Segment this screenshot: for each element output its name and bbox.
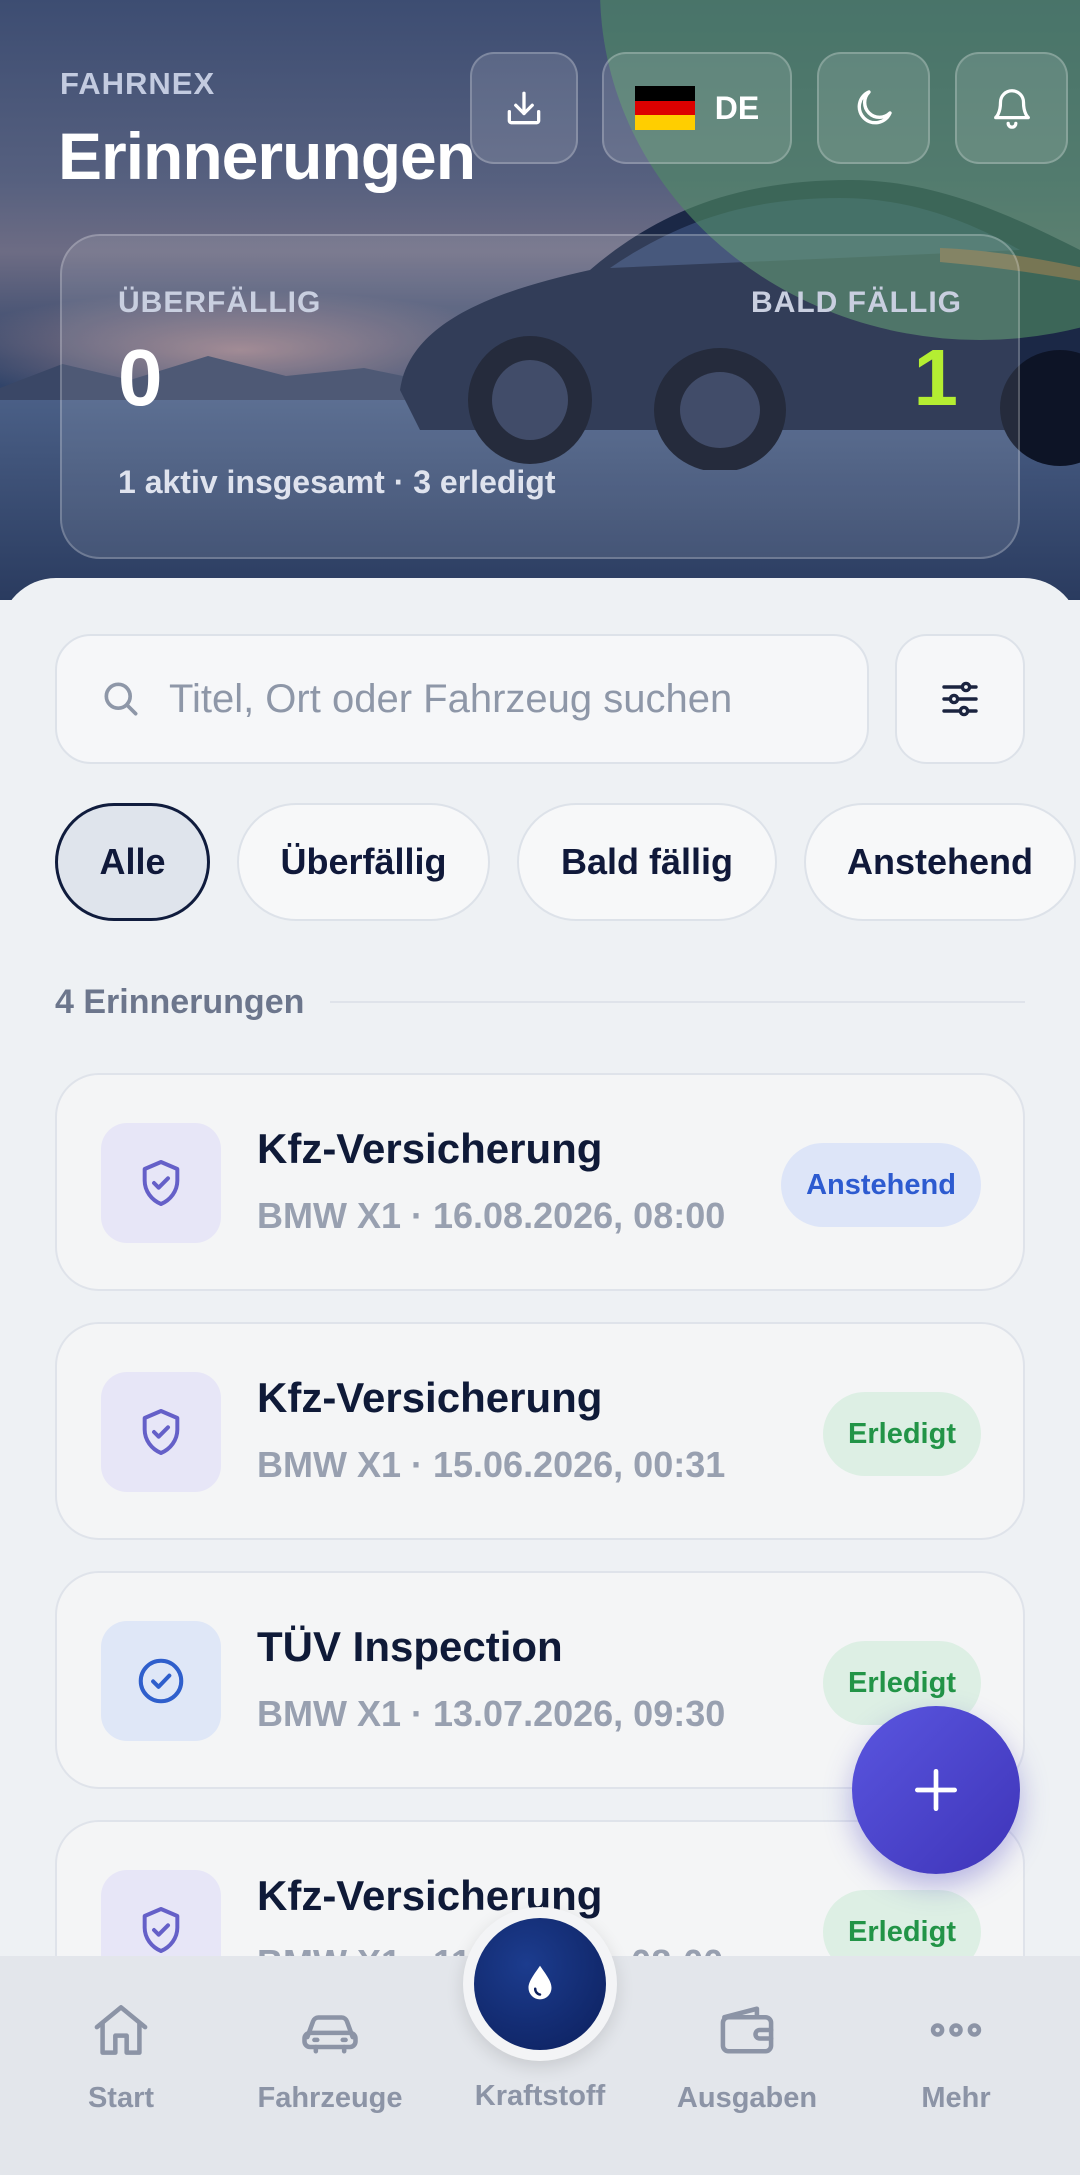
germany-flag-icon (634, 86, 695, 131)
stats-card: ÜBERFÄLLIG BALD FÄLLIG 0 1 1 aktiv insge… (60, 234, 1020, 559)
bell-icon (993, 89, 1030, 129)
plus-icon (915, 1769, 957, 1811)
nav-label-fuel: Kraftstoff (474, 2080, 606, 2112)
notifications-button[interactable] (955, 52, 1068, 164)
reminder-title: Kfz-Versicherung (257, 1125, 603, 1172)
check-circle-icon (138, 1658, 184, 1704)
nav-item-expenses[interactable]: Ausgaben (647, 1996, 847, 2115)
app-brand: FAHRNEX (60, 66, 216, 101)
overdue-label: ÜBERFÄLLIG (118, 286, 322, 319)
nav-label: Fahrzeuge (257, 2082, 403, 2114)
nav-label: Ausgaben (676, 2082, 818, 2114)
list-header: 4 Erinnerungen (55, 980, 1025, 1024)
chip-all[interactable]: Alle (55, 803, 210, 921)
chip-overdue[interactable]: Überfällig (237, 803, 490, 921)
page-title: Erinnerungen (58, 119, 476, 193)
car-icon (302, 2015, 358, 2054)
status-badge: Erledigt (823, 1392, 981, 1476)
reminder-subtitle: BMW X1 · 15.06.2026, 00:31 (257, 1444, 726, 1485)
shield-check-icon (142, 1409, 180, 1455)
home-icon (94, 2005, 148, 2055)
reminder-title: Kfz-Versicherung (257, 1374, 603, 1421)
filter-button[interactable] (895, 634, 1025, 764)
nav-item-more[interactable]: Mehr (856, 1996, 1056, 2115)
nav-label: Start (87, 2082, 155, 2114)
reminder-subtitle: BMW X1 · 13.07.2026, 09:30 (257, 1693, 726, 1734)
reminder-subtitle: BMW X1 · 16.08.2026, 08:00 (257, 1195, 726, 1236)
more-icon (930, 2023, 982, 2037)
download-button[interactable] (470, 52, 578, 164)
nav-label: Mehr (921, 2082, 991, 2114)
fuel-drop-icon (528, 1965, 552, 2000)
divider (330, 1001, 1025, 1003)
reminder-icon-box (101, 1372, 221, 1492)
chip-due-soon[interactable]: Bald fällig (517, 803, 777, 921)
reminder-icon-box (101, 1123, 221, 1243)
search-input[interactable] (169, 676, 809, 722)
language-code: DE (714, 89, 760, 126)
wallet-icon (720, 2006, 774, 2054)
shield-check-icon (142, 1907, 180, 1953)
chip-upcoming[interactable]: Anstehend (804, 803, 1076, 921)
status-badge: Anstehend (781, 1143, 981, 1227)
reminder-count: 4 Erinnerungen (55, 982, 305, 1021)
sliders-icon (942, 681, 978, 717)
reminder-card[interactable]: Kfz-Versicherung BMW X1 · 15.06.2026, 00… (55, 1322, 1025, 1540)
overdue-value: 0 (118, 333, 163, 422)
due-soon-label: BALD FÄLLIG (751, 286, 962, 319)
reminder-title: TÜV Inspection (257, 1623, 563, 1670)
nav-item-fuel[interactable] (463, 1907, 617, 2061)
nav-item-start[interactable]: Start (21, 1996, 221, 2115)
language-button[interactable]: DE (602, 52, 792, 164)
moon-icon (857, 90, 892, 125)
reminder-card[interactable]: Kfz-Versicherung BMW X1 · 16.08.2026, 08… (55, 1073, 1025, 1291)
add-reminder-button[interactable] (852, 1706, 1020, 1874)
nav-item-vehicles[interactable]: Fahrzeuge (230, 1996, 430, 2115)
search-icon (104, 682, 138, 716)
dark-mode-button[interactable] (817, 52, 930, 164)
search-bar[interactable] (55, 634, 869, 764)
stats-summary: 1 aktiv insgesamt · 3 erledigt (118, 464, 556, 500)
due-soon-value: 1 (913, 333, 959, 422)
reminder-icon-box (101, 1621, 221, 1741)
download-icon (507, 91, 541, 125)
fuel-button[interactable] (474, 1918, 606, 2050)
shield-check-icon (142, 1160, 180, 1206)
